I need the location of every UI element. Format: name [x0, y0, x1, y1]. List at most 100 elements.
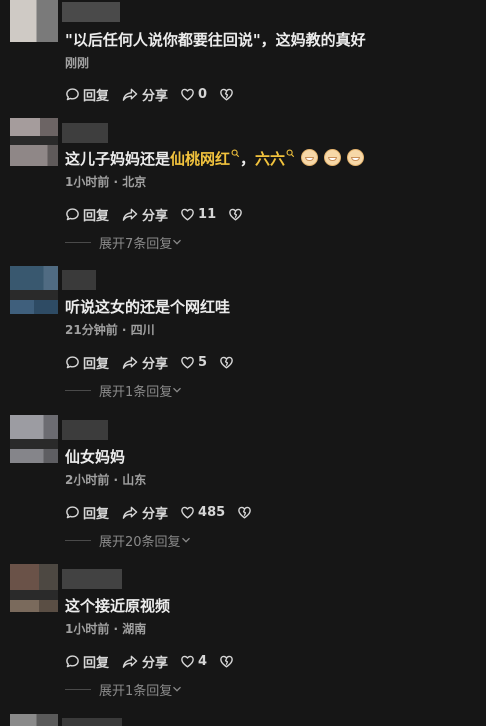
- share-button[interactable]: 分享: [121, 205, 168, 224]
- comment-bubble-icon: [65, 355, 80, 370]
- expand-label: 展开1条回复: [99, 683, 173, 699]
- expand-replies-button[interactable]: 展开7条回复: [65, 232, 364, 252]
- separator: ，: [240, 150, 256, 168]
- broken-heart-icon: [219, 355, 234, 370]
- comment-meta: 2小时前 · 山东: [65, 473, 147, 487]
- avatar[interactable]: [10, 714, 58, 726]
- comment-actions: 回复 分享 11: [65, 204, 364, 224]
- share-arrow-icon: [121, 207, 139, 222]
- search-icon: [286, 149, 295, 158]
- heart-icon: [180, 87, 195, 102]
- comment-text: 听说这女的还是个网红哇: [65, 298, 231, 316]
- share-arrow-icon: [121, 355, 139, 370]
- like-button[interactable]: 4: [180, 654, 207, 669]
- chevron-down-icon: [172, 684, 182, 694]
- comment-meta: 刚刚: [65, 56, 90, 70]
- reply-button[interactable]: 回复: [65, 503, 109, 522]
- grin-emoji-icon: [301, 149, 319, 166]
- grin-emoji-icon: [324, 149, 342, 166]
- divider: [65, 241, 91, 243]
- broken-heart-icon: [237, 505, 252, 520]
- broken-heart-icon: [219, 654, 234, 669]
- expand-label: 展开7条回复: [99, 236, 173, 252]
- comment-item: 这儿子妈妈还是仙桃网红 ，六六 1小时前 · 北京 回复 分享 11 展开7条回复: [0, 118, 486, 258]
- comment-text: "以后任何人说你都要往回说"，这妈教的真好: [65, 31, 366, 49]
- reply-button[interactable]: 回复: [65, 205, 109, 224]
- divider: [65, 389, 91, 391]
- share-button[interactable]: 分享: [121, 85, 168, 104]
- like-button[interactable]: 0: [180, 87, 207, 102]
- avatar[interactable]: [10, 266, 58, 314]
- heart-icon: [180, 355, 195, 370]
- heart-icon: [180, 505, 195, 520]
- grin-emoji-icon: [347, 149, 365, 166]
- username[interactable]: [62, 2, 120, 22]
- like-count: 485: [198, 504, 226, 520]
- dislike-button[interactable]: [219, 355, 237, 370]
- topic-link[interactable]: 六六: [255, 150, 285, 168]
- heart-icon: [180, 654, 195, 669]
- username[interactable]: [62, 569, 122, 589]
- next-comment-partial: [0, 714, 486, 726]
- expand-label: 展开20条回复: [99, 534, 181, 550]
- heart-icon: [180, 207, 195, 222]
- like-count: 11: [198, 206, 217, 222]
- expand-label: 展开1条回复: [99, 384, 173, 400]
- comment-actions: 回复 分享 4: [65, 651, 249, 671]
- share-label: 分享: [142, 655, 169, 671]
- expand-replies-button[interactable]: 展开1条回复: [65, 679, 249, 699]
- comment-item: 这个接近原视频 1小时前 · 湖南 回复 分享 4 展开1条回复: [0, 564, 486, 704]
- comment-item: 仙女妈妈 2小时前 · 山东 回复 分享 485 展开20条回复: [0, 415, 486, 555]
- username[interactable]: [62, 420, 108, 440]
- comment-text-prefix: 这儿子妈妈还是: [65, 150, 171, 168]
- username[interactable]: [62, 123, 108, 143]
- share-button[interactable]: 分享: [121, 652, 168, 671]
- share-button[interactable]: 分享: [121, 353, 168, 372]
- comment-text: 仙女妈妈: [65, 448, 126, 466]
- broken-heart-icon: [228, 207, 243, 222]
- username[interactable]: [62, 718, 122, 726]
- comment-bubble-icon: [65, 87, 80, 102]
- dislike-button[interactable]: [219, 87, 237, 102]
- like-count: 4: [198, 653, 208, 669]
- reply-label: 回复: [83, 88, 110, 104]
- reply-label: 回复: [83, 208, 110, 224]
- reply-label: 回复: [83, 655, 110, 671]
- comment-text: 这儿子妈妈还是仙桃网红 ，六六: [65, 148, 365, 170]
- reply-button[interactable]: 回复: [65, 353, 109, 372]
- like-button[interactable]: 11: [180, 207, 216, 222]
- username[interactable]: [62, 270, 96, 290]
- expand-replies-button[interactable]: 展开20条回复: [65, 530, 267, 550]
- like-button[interactable]: 485: [180, 505, 225, 520]
- comment-actions: 回复 分享 485: [65, 502, 267, 522]
- share-button[interactable]: 分享: [121, 503, 168, 522]
- broken-heart-icon: [219, 87, 234, 102]
- comment-meta: 21分钟前 · 四川: [65, 323, 155, 337]
- like-button[interactable]: 5: [180, 355, 207, 370]
- topic-link[interactable]: 仙桃网红: [170, 150, 230, 168]
- dislike-button[interactable]: [237, 505, 255, 520]
- reply-button[interactable]: 回复: [65, 85, 109, 104]
- chevron-down-icon: [172, 385, 182, 395]
- chevron-down-icon: [181, 535, 191, 545]
- avatar[interactable]: [10, 564, 58, 612]
- share-arrow-icon: [121, 505, 139, 520]
- share-label: 分享: [142, 356, 169, 372]
- comment-bubble-icon: [65, 654, 80, 669]
- avatar[interactable]: [10, 0, 58, 42]
- like-count: 0: [198, 86, 208, 102]
- share-label: 分享: [142, 88, 169, 104]
- share-label: 分享: [142, 506, 169, 522]
- expand-replies-button[interactable]: 展开1条回复: [65, 380, 249, 400]
- comment-item: 听说这女的还是个网红哇 21分钟前 · 四川 回复 分享 5 展开1条回复: [0, 266, 486, 406]
- comment-meta: 1小时前 · 北京: [65, 175, 147, 189]
- share-label: 分享: [142, 208, 169, 224]
- avatar[interactable]: [10, 415, 58, 463]
- dislike-button[interactable]: [219, 654, 237, 669]
- share-arrow-icon: [121, 654, 139, 669]
- reply-button[interactable]: 回复: [65, 652, 109, 671]
- avatar[interactable]: [10, 118, 58, 166]
- reply-label: 回复: [83, 506, 110, 522]
- dislike-button[interactable]: [228, 207, 246, 222]
- comment-bubble-icon: [65, 207, 80, 222]
